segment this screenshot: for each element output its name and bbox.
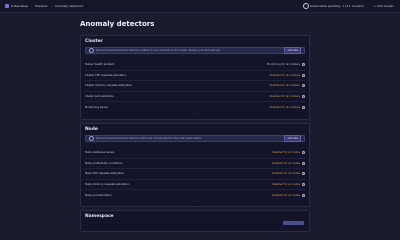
section-title: Node — [85, 127, 98, 132]
detector-status: Disabled for all nodes — [271, 172, 300, 176]
activate-button[interactable]: Activate — [284, 47, 301, 54]
node-section: Node We found several anomaly detectors … — [80, 123, 310, 207]
page-title: Anomaly detectors — [80, 20, 155, 28]
add-cluster-button[interactable]: + Add cluster — [374, 4, 394, 8]
info-icon — [89, 136, 94, 141]
breadcrumb-separator: › — [50, 4, 52, 8]
info-banner: We found several anomaly detectors relat… — [85, 47, 305, 54]
settings-icon[interactable] — [302, 95, 305, 99]
detector-row[interactable]: Cluster memory requests saturation Disab… — [85, 81, 305, 92]
detector-status: Disabled for all nodes — [271, 183, 300, 187]
detector-row[interactable]: Nodes' health problem Monitoring for all… — [85, 60, 305, 71]
banner-text: We found several anomaly detectors relat… — [96, 49, 221, 52]
detector-name: Node readiness issues — [85, 151, 114, 155]
detector-row[interactable]: Node problematic conditions Disabled for… — [85, 159, 305, 170]
detector-name: Node CPU requests saturation — [85, 172, 124, 176]
settings-icon[interactable] — [302, 183, 305, 187]
section-title: Cluster — [85, 39, 103, 44]
status-icon — [303, 3, 310, 9]
detector-row[interactable]: Cluster CPU requests saturation Disabled… — [85, 71, 305, 82]
detector-name: Cluster CPU requests saturation — [85, 73, 127, 77]
top-actions: Kubernetes pending: 1 of 1 clusters + Ad… — [303, 0, 394, 12]
settings-icon[interactable] — [302, 105, 305, 109]
breadcrumb-cluster[interactable]: Explorer — [35, 4, 48, 8]
plus-icon: + — [373, 4, 377, 8]
settings-icon[interactable] — [302, 151, 305, 155]
detector-status: Disabled for all clusters — [269, 84, 300, 88]
kubernetes-icon — [5, 4, 9, 8]
top-bar: Kubernetes › Explorer › Anomaly detector… — [0, 0, 400, 13]
detector-name: Node problematic conditions — [85, 161, 123, 165]
detector-name: Cluster memory requests saturation — [85, 84, 132, 88]
settings-icon[interactable] — [302, 63, 305, 67]
settings-icon[interactable] — [302, 161, 305, 165]
detector-row[interactable]: Node memory requests saturation Disabled… — [85, 180, 305, 191]
section-title: Namespace — [85, 214, 114, 219]
detector-status: Disabled for all clusters — [269, 73, 300, 77]
detector-name: Cluster pod saturation — [85, 95, 114, 99]
cluster-status[interactable]: Kubernetes pending: 1 of 1 clusters — [303, 3, 364, 9]
detector-status: Disabled for all clusters — [269, 105, 300, 109]
detector-name: Monitoring issues — [85, 105, 108, 109]
detector-status: Disabled for all nodes — [271, 151, 300, 155]
breadcrumb-separator: › — [30, 4, 33, 8]
collapse-chevron-icon[interactable]: ⌃ — [81, 200, 309, 204]
info-icon — [89, 48, 94, 53]
detector-row[interactable]: Node readiness issues Disabled for all n… — [85, 148, 305, 159]
settings-icon[interactable] — [302, 84, 305, 88]
cluster-section: Cluster We found several anomaly detecto… — [80, 35, 310, 120]
detector-row[interactable]: Node pod saturation Disabled for all nod… — [85, 190, 305, 200]
add-cluster-label: Add cluster — [377, 4, 394, 8]
info-banner: We found several anomaly detectors which… — [85, 135, 305, 142]
detector-status: Disabled for all nodes — [271, 193, 300, 197]
detector-status: Monitoring for all clusters — [266, 63, 300, 67]
settings-icon[interactable] — [302, 172, 305, 176]
detector-row[interactable]: Node CPU requests saturation Disabled fo… — [85, 169, 305, 180]
collapse-chevron-icon[interactable]: ⌃ — [81, 112, 309, 116]
activate-button[interactable] — [283, 221, 304, 225]
detector-row[interactable]: Cluster pod saturation Disabled for all … — [85, 92, 305, 103]
banner-text: We found several anomaly detectors which… — [96, 137, 202, 140]
settings-icon[interactable] — [302, 73, 305, 77]
detector-name: Nodes' health problem — [85, 63, 115, 67]
detector-name: Node memory requests saturation — [85, 183, 130, 187]
namespace-section: Namespace — [80, 210, 310, 232]
detector-name: Node pod saturation — [85, 193, 112, 197]
breadcrumb-home[interactable]: Kubernetes — [11, 4, 28, 8]
breadcrumb: Kubernetes › Explorer › Anomaly detector… — [5, 4, 83, 8]
cluster-status-text: Kubernetes pending: 1 of 1 clusters — [310, 4, 364, 8]
activate-button[interactable]: Activate — [284, 135, 301, 142]
detector-status: Disabled for all nodes — [271, 161, 300, 165]
detector-status: Disabled for all clusters — [269, 95, 300, 99]
settings-icon[interactable] — [302, 193, 305, 197]
breadcrumb-current: Anomaly detectors — [54, 4, 84, 8]
detector-row[interactable]: Monitoring issues Disabled for all clust… — [85, 102, 305, 112]
